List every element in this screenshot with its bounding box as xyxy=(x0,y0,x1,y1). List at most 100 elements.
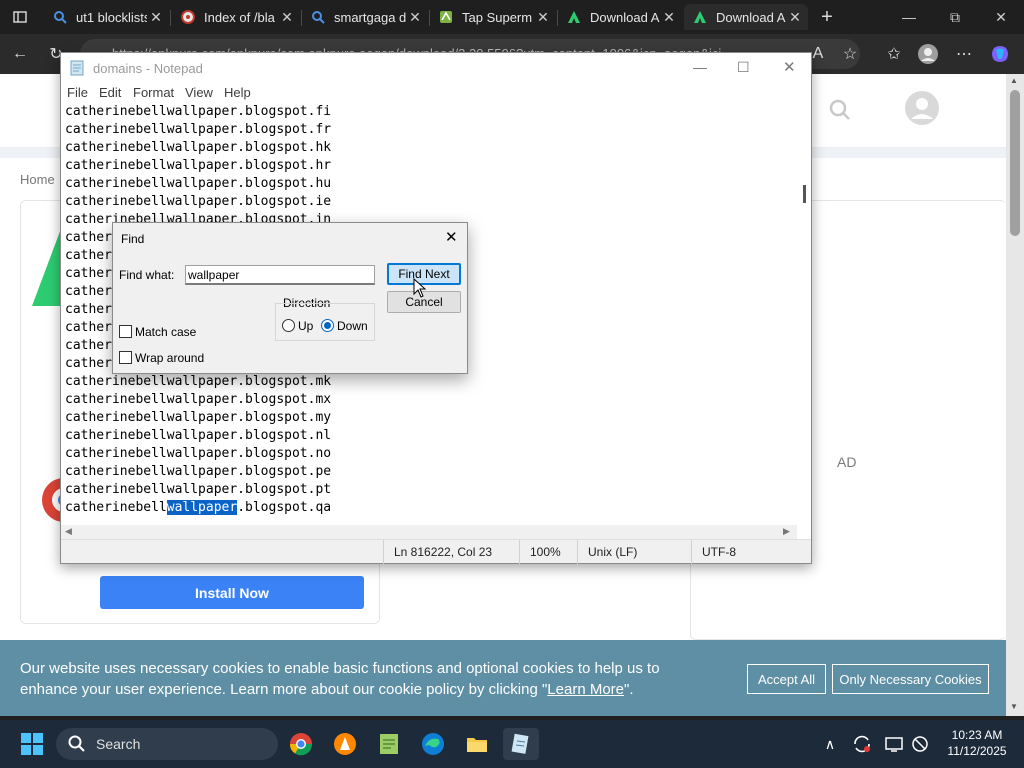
status-zoom: 100% xyxy=(519,540,577,564)
menu-format[interactable]: Format xyxy=(133,85,174,100)
vertical-scroll-thumb[interactable] xyxy=(803,185,806,203)
match-case-checkbox[interactable] xyxy=(119,325,132,338)
close-icon[interactable]: ✕ xyxy=(147,9,165,26)
more-options-icon[interactable]: ⋯ xyxy=(952,42,976,66)
minimize-button[interactable]: — xyxy=(693,59,707,75)
tab-ut1-blocklists[interactable]: ut1 blocklists ✕ xyxy=(44,4,169,30)
text-line: catherinebellwallpaper.blogspot.hk xyxy=(65,140,332,155)
network-disconnected-icon[interactable] xyxy=(902,728,938,760)
tab-smartgaga[interactable]: smartgaga d ✕ xyxy=(302,4,428,30)
tab-label: ut1 blocklists xyxy=(76,9,147,25)
edge-icon[interactable] xyxy=(415,728,451,760)
cookie-banner: Our website uses necessary cookies to en… xyxy=(0,640,1006,716)
vlc-icon[interactable] xyxy=(327,728,363,760)
notepad-taskbar-icon[interactable] xyxy=(503,728,539,760)
direction-down-label[interactable]: Down xyxy=(337,319,368,333)
notepad-plus-icon[interactable] xyxy=(371,728,407,760)
notepad-vertical-scrollbar[interactable] xyxy=(797,103,811,525)
notepad-title: domains - Notepad xyxy=(93,60,203,76)
find-what-input[interactable]: wallpaper xyxy=(185,265,375,285)
tab-download-apkpure-active[interactable]: Download A ✕ xyxy=(684,4,808,30)
menu-edit[interactable]: Edit xyxy=(99,85,121,100)
menu-file[interactable]: File xyxy=(67,85,88,100)
direction-up-radio[interactable] xyxy=(282,319,295,332)
back-icon[interactable]: ← xyxy=(8,42,32,66)
notepad-horizontal-scrollbar[interactable]: ◀ ▶ xyxy=(61,525,797,539)
apkpure-logo-icon xyxy=(28,226,64,311)
chrome-icon[interactable] xyxy=(283,728,319,760)
tab-label: Download A xyxy=(590,9,660,25)
browser-close-button[interactable]: ✕ xyxy=(978,0,1024,34)
wrap-around-checkbox[interactable] xyxy=(119,351,132,364)
scroll-down-icon[interactable]: ▼ xyxy=(1010,702,1018,711)
close-icon[interactable]: ✕ xyxy=(278,9,296,26)
browser-restore-button[interactable]: ⧉ xyxy=(932,0,978,34)
cookie-text-end: ". xyxy=(624,681,634,698)
notepad-titlebar[interactable]: domains - Notepad — ☐ ✕ xyxy=(61,53,811,83)
text-line: catherinebellwallpaper.blogspot.ie xyxy=(65,194,332,209)
text-line: catherinebellwallpaper.blogspot.pt xyxy=(65,482,332,497)
scroll-up-icon[interactable]: ▲ xyxy=(1010,76,1018,85)
search-icon xyxy=(68,735,86,753)
close-icon[interactable]: ✕ xyxy=(786,9,804,26)
install-now-button[interactable]: Install Now xyxy=(100,576,364,609)
menu-help[interactable]: Help xyxy=(224,85,251,100)
scroll-left-icon[interactable]: ◀ xyxy=(65,526,72,537)
wrap-around-label[interactable]: Wrap around xyxy=(135,351,204,365)
clock-date: 11/12/2025 xyxy=(947,744,1007,758)
tab-label: smartgaga d xyxy=(334,9,406,25)
status-encoding: UTF-8 xyxy=(691,540,801,564)
scroll-right-icon[interactable]: ▶ xyxy=(783,526,790,537)
taskbar-search-label: Search xyxy=(96,736,141,752)
maximize-button[interactable]: ☐ xyxy=(737,59,750,76)
scrollbar-thumb[interactable] xyxy=(1010,90,1020,236)
close-icon[interactable]: ✕ xyxy=(534,9,552,26)
text-line: catherinebellwallpaper.blogspot.fr xyxy=(65,122,332,137)
direction-down-radio[interactable] xyxy=(321,319,334,332)
windows-start-icon[interactable] xyxy=(14,728,50,760)
close-icon[interactable]: ✕ xyxy=(660,9,678,26)
user-avatar-icon[interactable] xyxy=(904,90,940,131)
sync-icon[interactable] xyxy=(844,728,880,760)
direction-up-label[interactable]: Up xyxy=(298,319,313,333)
line-prefix: catherinebell xyxy=(65,500,167,515)
page-scrollbar[interactable]: ▲ ▼ xyxy=(1006,74,1024,716)
favorite-star-icon[interactable]: ☆ xyxy=(838,42,862,66)
text-line: catherinebellwallpaper.blogspot.my xyxy=(65,410,332,425)
menu-view[interactable]: View xyxy=(185,85,213,100)
taskbar-search[interactable]: Search xyxy=(56,728,278,760)
close-button[interactable]: ✕ xyxy=(783,58,796,76)
chevron-up-icon[interactable]: ∧ xyxy=(812,728,848,760)
clock-time: 10:23 AM xyxy=(951,728,1003,742)
accept-all-button[interactable]: Accept All xyxy=(747,664,826,694)
profile-avatar-icon[interactable] xyxy=(916,42,940,66)
copilot-icon[interactable] xyxy=(988,42,1012,66)
find-dialog-title: Find xyxy=(121,232,145,246)
find-dialog-close-icon[interactable]: ✕ xyxy=(445,228,458,246)
search-icon[interactable] xyxy=(828,98,852,127)
globe-icon xyxy=(180,9,196,25)
taskbar-clock[interactable]: 10:23 AM 11/12/2025 xyxy=(944,727,1010,759)
tab-index-of[interactable]: Index of /bla ✕ xyxy=(172,4,300,30)
tab-tap-supermarket[interactable]: Tap Superm ✕ xyxy=(430,4,556,30)
tab-download-apkpure-1[interactable]: Download A ✕ xyxy=(558,4,682,30)
direction-group: Up Down xyxy=(275,303,375,341)
text-line: catherinebellwallpaper.blogspot.pe xyxy=(65,464,332,479)
favorites-icon[interactable]: ✩ xyxy=(882,42,906,66)
breadcrumb[interactable]: Home xyxy=(20,172,55,187)
tab-actions-icon[interactable] xyxy=(8,5,32,29)
match-case-label[interactable]: Match case xyxy=(135,325,196,339)
only-necessary-cookies-button[interactable]: Only Necessary Cookies xyxy=(832,664,989,694)
learn-more-link[interactable]: Learn More xyxy=(547,681,624,698)
text-line: catherinebellwallpaper.blogspot.hu xyxy=(65,176,332,191)
windows-taskbar: Search ∧ 10:23 AM 11/12/2025 xyxy=(0,720,1024,768)
search-icon xyxy=(310,9,326,25)
line-suffix: .blogspot.qa xyxy=(237,500,332,515)
text-line: catherinebellwallpaper.blogspot.fi xyxy=(65,104,332,119)
browser-minimize-button[interactable]: — xyxy=(886,0,932,34)
file-explorer-icon[interactable] xyxy=(459,728,495,760)
find-what-label: Find what: xyxy=(119,268,175,282)
ad-label: AD xyxy=(837,454,857,470)
new-tab-icon[interactable]: + xyxy=(815,5,839,29)
close-icon[interactable]: ✕ xyxy=(406,9,424,26)
